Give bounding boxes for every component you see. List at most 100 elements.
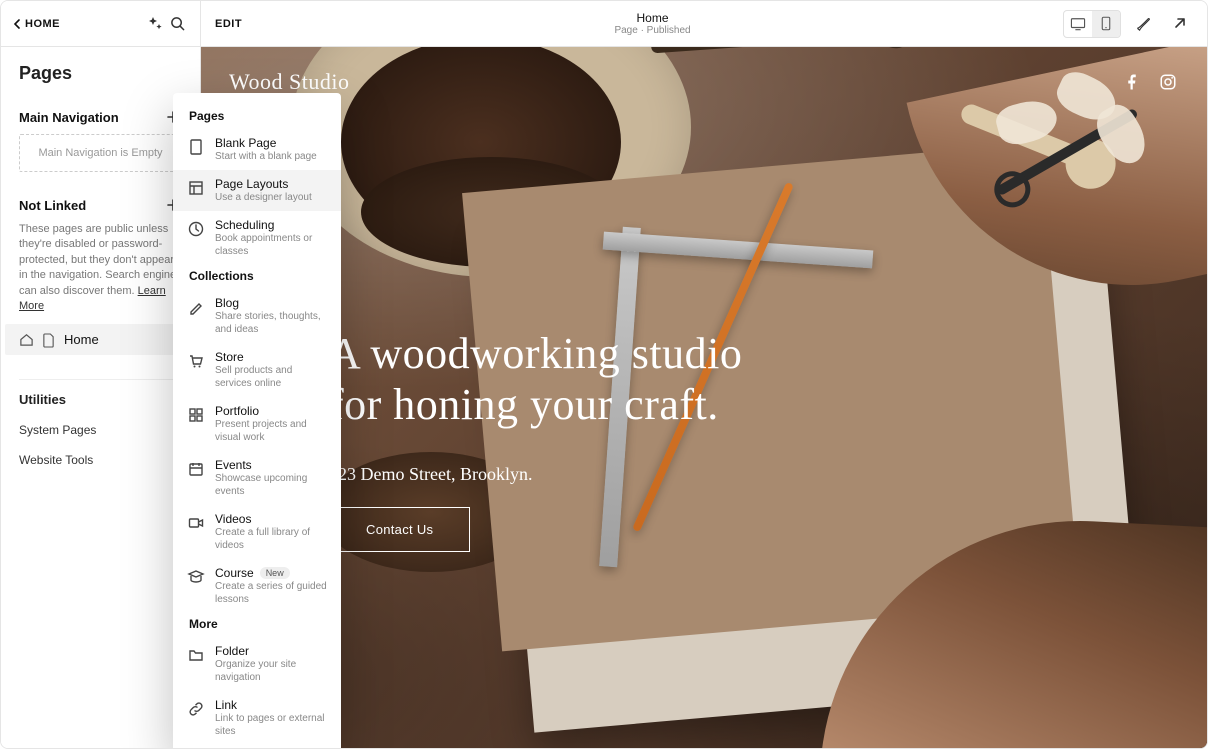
- popover-item-title: CourseNew: [215, 566, 327, 580]
- clock-icon: [187, 220, 205, 238]
- hero: A woodworking studio for honing your cra…: [329, 329, 742, 552]
- styles-button[interactable]: [1129, 10, 1157, 38]
- calendar-icon: [187, 460, 205, 478]
- not-linked-label: Not Linked: [19, 198, 86, 213]
- back-label: HOME: [25, 18, 60, 30]
- hero-line-1: A woodworking studio: [329, 329, 742, 380]
- popover-item-desc: Create a full library of videos: [215, 526, 327, 552]
- main-nav-label: Main Navigation: [19, 110, 119, 125]
- facebook-icon: [1123, 73, 1141, 91]
- desktop-view-button[interactable]: [1064, 11, 1092, 37]
- popover-item-course[interactable]: CourseNewCreate a series of guided lesso…: [173, 559, 341, 613]
- popover-item-desc: Create a series of guided lessons: [215, 580, 327, 606]
- brush-icon: [1135, 15, 1152, 32]
- back-to-home[interactable]: HOME: [13, 18, 60, 30]
- popover-item-scheduling[interactable]: SchedulingBook appointments or classes: [173, 211, 341, 265]
- popover-item-folder[interactable]: FolderOrganize your site navigation: [173, 637, 341, 691]
- instagram-icon: [1159, 73, 1177, 91]
- popover-item-desc: Sell products and services online: [215, 364, 327, 390]
- ai-sparkle-button[interactable]: [144, 13, 166, 35]
- topbar-title: Home: [242, 11, 1063, 25]
- topbar-subtitle: Page · Published: [242, 25, 1063, 36]
- popover-item-blank-page[interactable]: Blank PageStart with a blank page: [173, 129, 341, 170]
- page-layouts-icon: [187, 179, 205, 197]
- topbar-center: Home Page · Published: [242, 11, 1063, 36]
- popover-item-title: Link: [215, 698, 327, 712]
- main-navigation-section: Main Navigation Main Navigation is Empty: [1, 96, 200, 184]
- popover-item-title: Events: [215, 458, 327, 472]
- blank-page-icon: [187, 138, 205, 156]
- mobile-icon: [1101, 16, 1111, 31]
- hero-sub: 123 Demo Street, Brooklyn.: [329, 464, 742, 485]
- edit-button[interactable]: EDIT: [215, 18, 242, 30]
- social-links: [1123, 73, 1177, 91]
- util-website-tools[interactable]: Website Tools: [1, 445, 200, 475]
- sidebar: HOME Pages Main Navigation Main Navigati…: [1, 1, 201, 748]
- blog-icon: [187, 298, 205, 316]
- popover-section-title: Collections: [173, 265, 341, 289]
- mobile-view-button[interactable]: [1092, 11, 1120, 37]
- cart-icon: [187, 352, 205, 370]
- page-icon: [42, 333, 56, 347]
- popover-item-desc: Organize your site navigation: [215, 658, 327, 684]
- popover-item-page-layouts[interactable]: Page LayoutsUse a designer layout: [173, 170, 341, 211]
- popover-section-title: More: [173, 613, 341, 637]
- popover-item-desc: Link to pages or external sites: [215, 712, 327, 738]
- popover-item-videos[interactable]: VideosCreate a full library of videos: [173, 505, 341, 559]
- popover-item-title: Videos: [215, 512, 327, 526]
- decor-spoon: [651, 47, 891, 53]
- utilities-label: Utilities: [1, 392, 200, 415]
- main: EDIT Home Page · Published: [201, 1, 1207, 748]
- popover-item-portfolio[interactable]: PortfolioPresent projects and visual wor…: [173, 397, 341, 451]
- popover-item-link[interactable]: LinkLink to pages or external sites: [173, 691, 341, 745]
- popover-item-title: Blog: [215, 296, 327, 310]
- course-icon: [187, 568, 205, 586]
- popover-item-desc: Book appointments or classes: [215, 232, 327, 258]
- desktop-icon: [1070, 17, 1086, 31]
- not-linked-note: These pages are public unless they're di…: [19, 222, 182, 324]
- popover-item-blog[interactable]: BlogShare stories, thoughts, and ideas: [173, 289, 341, 343]
- util-system-pages[interactable]: System Pages: [1, 415, 200, 445]
- add-page-popover: PagesBlank PageStart with a blank pagePa…: [173, 93, 341, 749]
- sidebar-title: Pages: [1, 47, 200, 96]
- preview-canvas: Wood Studio A woodworking studio for hon…: [201, 47, 1207, 748]
- popover-item-title: Folder: [215, 644, 327, 658]
- site-brand[interactable]: Wood Studio: [229, 69, 349, 95]
- folder-icon: [187, 646, 205, 664]
- search-button[interactable]: [166, 13, 188, 35]
- topbar: EDIT Home Page · Published: [201, 1, 1207, 47]
- popover-item-desc: Showcase upcoming events: [215, 472, 327, 498]
- not-linked-section: Not Linked These pages are public unless…: [1, 184, 200, 355]
- device-toggle: [1063, 10, 1121, 38]
- popover-item-title: Blank Page: [215, 136, 317, 150]
- chevron-left-icon: [13, 19, 21, 29]
- popover-item-desc: Share stories, thoughts, and ideas: [215, 310, 327, 336]
- popover-item-store[interactable]: StoreSell products and services online: [173, 343, 341, 397]
- popover-item-desc: Start with a blank page: [215, 150, 317, 163]
- new-badge: New: [260, 567, 290, 579]
- facebook-link[interactable]: [1123, 73, 1141, 91]
- search-icon: [170, 16, 185, 31]
- contact-us-button[interactable]: Contact Us: [329, 507, 470, 552]
- home-icon: [19, 332, 34, 347]
- popover-item-title: Store: [215, 350, 327, 364]
- popover-section-title: Pages: [173, 105, 341, 129]
- main-nav-empty: Main Navigation is Empty: [19, 134, 182, 172]
- popover-item-desc: Use a designer layout: [215, 191, 312, 204]
- popover-item-desc: Present projects and visual work: [215, 418, 327, 444]
- popover-item-title: Portfolio: [215, 404, 327, 418]
- popover-item-title: Scheduling: [215, 218, 327, 232]
- popover-item-events[interactable]: EventsShowcase upcoming events: [173, 451, 341, 505]
- hero-line-2: for honing your craft.: [329, 380, 742, 431]
- page-row-home[interactable]: Home: [5, 324, 196, 355]
- sparkle-icon: [147, 16, 163, 32]
- sidebar-top: HOME: [1, 1, 200, 47]
- popover-item-title: Page Layouts: [215, 177, 312, 191]
- link-icon: [187, 700, 205, 718]
- expand-button[interactable]: [1165, 10, 1193, 38]
- instagram-link[interactable]: [1159, 73, 1177, 91]
- video-icon: [187, 514, 205, 532]
- divider: [19, 379, 182, 380]
- page-row-label: Home: [64, 332, 99, 347]
- grid-icon: [187, 406, 205, 424]
